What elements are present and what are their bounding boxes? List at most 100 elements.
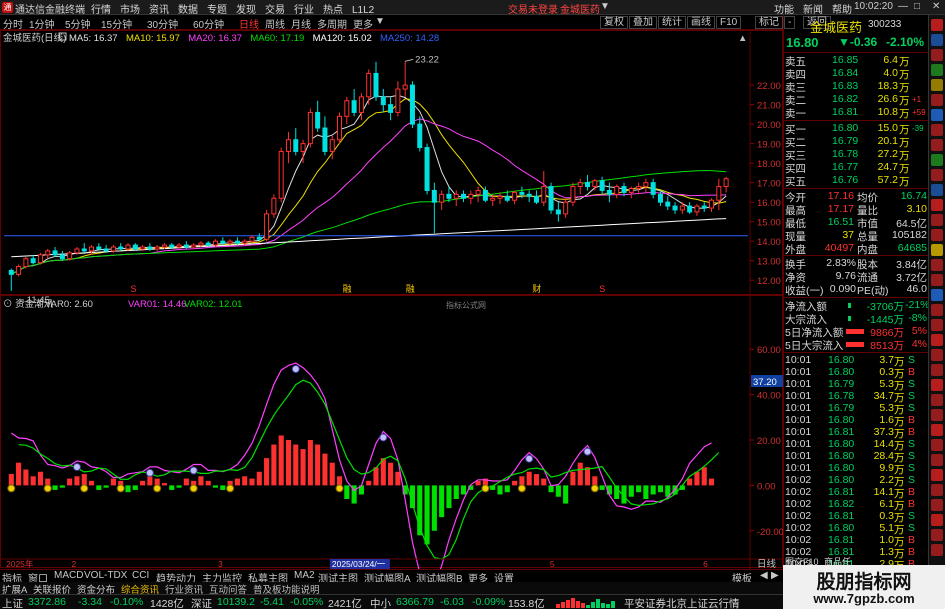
trade-icon[interactable]: [931, 424, 943, 436]
hot-icon[interactable]: [931, 364, 943, 376]
period-tab-1[interactable]: 1分钟: [29, 16, 55, 31]
calendar-icon[interactable]: [931, 454, 943, 466]
divider: [784, 352, 929, 353]
indicator-tab-2[interactable]: MACD: [54, 570, 83, 581]
more-arrow-icon[interactable]: ▼: [375, 16, 385, 27]
last-price: 16.80: [786, 35, 819, 50]
event-mark[interactable]: S: [130, 284, 136, 294]
level-price[interactable]: 16.85: [832, 54, 858, 66]
chart-icon[interactable]: [931, 229, 943, 241]
indicator-bar: [512, 480, 518, 486]
indicator-bar: [322, 453, 328, 486]
monitor-icon[interactable]: [931, 439, 943, 451]
alert-icon[interactable]: [931, 139, 943, 151]
close-icon[interactable]: ✕: [932, 1, 940, 12]
level-label: 买五: [785, 176, 806, 188]
indicator-tab-3[interactable]: VOL-TDX: [84, 570, 127, 581]
hot-icon[interactable]: [931, 124, 943, 136]
toolbar-button-4[interactable]: F10: [716, 16, 742, 29]
fund-icon[interactable]: [931, 109, 943, 121]
f10-icon[interactable]: [931, 304, 943, 316]
bid-level-1: 买二 16.79 20.1 万: [784, 135, 929, 149]
level-price[interactable]: 16.78: [832, 148, 858, 160]
candle: [709, 198, 715, 212]
minute-icon[interactable]: [931, 514, 943, 526]
rank-icon[interactable]: [931, 169, 943, 181]
event-mark[interactable]: 融: [343, 284, 352, 294]
indicator-bar: [59, 485, 65, 488]
indicator-bar: [504, 485, 510, 493]
chart-icon[interactable]: [931, 469, 943, 481]
buy-signal-icon: [80, 484, 89, 493]
minute-icon[interactable]: [931, 34, 943, 46]
period-tab-7[interactable]: 周线: [265, 16, 285, 31]
toolbar-button-2[interactable]: 统计: [658, 16, 686, 29]
period-tab-4[interactable]: 30分钟: [147, 16, 178, 31]
event-mark[interactable]: 融: [406, 284, 415, 294]
level-price[interactable]: 16.77: [832, 161, 858, 173]
level-price[interactable]: 16.81: [832, 106, 858, 118]
level-price[interactable]: 16.82: [832, 93, 858, 105]
maximize-icon[interactable]: □: [914, 1, 920, 12]
sector-icon[interactable]: [931, 154, 943, 166]
monitor-icon[interactable]: [931, 199, 943, 211]
period-tab-5[interactable]: 60分钟: [193, 16, 224, 31]
current-stock-notice[interactable]: 金城医药: [560, 1, 600, 16]
level-price[interactable]: 16.84: [832, 67, 858, 79]
kline-icon[interactable]: [931, 49, 943, 61]
kline-icon[interactable]: [931, 529, 943, 541]
toolbar-button-5[interactable]: 标记: [755, 16, 783, 29]
kline-chart-area[interactable]: 22.0021.0020.0019.0018.0017.0016.0015.00…: [0, 30, 783, 569]
candle: [570, 182, 576, 207]
indicator-tab-4[interactable]: CCI: [132, 570, 149, 581]
period-tab-3[interactable]: 15分钟: [101, 16, 132, 31]
minimize-icon[interactable]: —: [898, 1, 908, 12]
level2-icon[interactable]: [931, 79, 943, 91]
quote-icon[interactable]: [931, 19, 943, 31]
period-tab-0[interactable]: 分时: [3, 16, 23, 31]
event-mark[interactable]: 财: [532, 283, 541, 294]
period-tab-6[interactable]: 日线: [239, 16, 259, 31]
breadth-bar: [581, 603, 585, 608]
alert-icon[interactable]: [931, 379, 943, 391]
news-icon[interactable]: [931, 334, 943, 346]
star-icon[interactable]: [931, 484, 943, 496]
calendar-icon[interactable]: [931, 214, 943, 226]
trade-side: S: [908, 510, 916, 522]
level-price[interactable]: 16.80: [832, 122, 858, 134]
level-price[interactable]: 16.83: [832, 80, 858, 92]
indicator-tab-8[interactable]: MA2: [294, 570, 315, 581]
toolbar-button-1[interactable]: 叠加: [629, 16, 657, 29]
panel-collapse-icon[interactable]: ▲: [738, 33, 747, 44]
event-mark[interactable]: S: [599, 284, 605, 294]
quote-icon[interactable]: [931, 499, 943, 511]
trade-volume: 37.3: [873, 426, 894, 438]
level-price[interactable]: 16.79: [832, 135, 858, 147]
scroll-right-icon[interactable]: ▶: [771, 570, 779, 581]
trade-login-status[interactable]: 交易未登录: [508, 1, 558, 16]
sector-icon[interactable]: [931, 394, 943, 406]
f10-icon[interactable]: [931, 64, 943, 76]
toolbar-button-3[interactable]: 画线: [687, 16, 715, 29]
trade-side: S: [908, 378, 916, 390]
quote-icon[interactable]: [931, 259, 943, 271]
level2-icon[interactable]: [931, 319, 943, 331]
level-price[interactable]: 16.76: [832, 174, 858, 186]
period-tab-8[interactable]: 月线: [291, 16, 311, 31]
indicator-bar: [643, 485, 649, 499]
trade-volume: 14.4: [873, 438, 894, 450]
kline-icon[interactable]: [931, 289, 943, 301]
scroll-left-icon[interactable]: ◀: [760, 570, 768, 581]
period-tab-2[interactable]: 5分钟: [65, 16, 91, 31]
dropdown-arrow-icon[interactable]: ▼: [600, 1, 610, 12]
trade-icon[interactable]: [931, 184, 943, 196]
period-tab-9[interactable]: 多周期: [317, 16, 347, 31]
news-icon[interactable]: [931, 94, 943, 106]
toolbar-button-0[interactable]: 复权: [600, 16, 628, 29]
f10-icon[interactable]: [931, 544, 943, 556]
rank-icon[interactable]: [931, 409, 943, 421]
minute-icon[interactable]: [931, 274, 943, 286]
star-icon[interactable]: [931, 244, 943, 256]
period-tab-10[interactable]: 更多: [353, 16, 373, 31]
fund-icon[interactable]: [931, 349, 943, 361]
